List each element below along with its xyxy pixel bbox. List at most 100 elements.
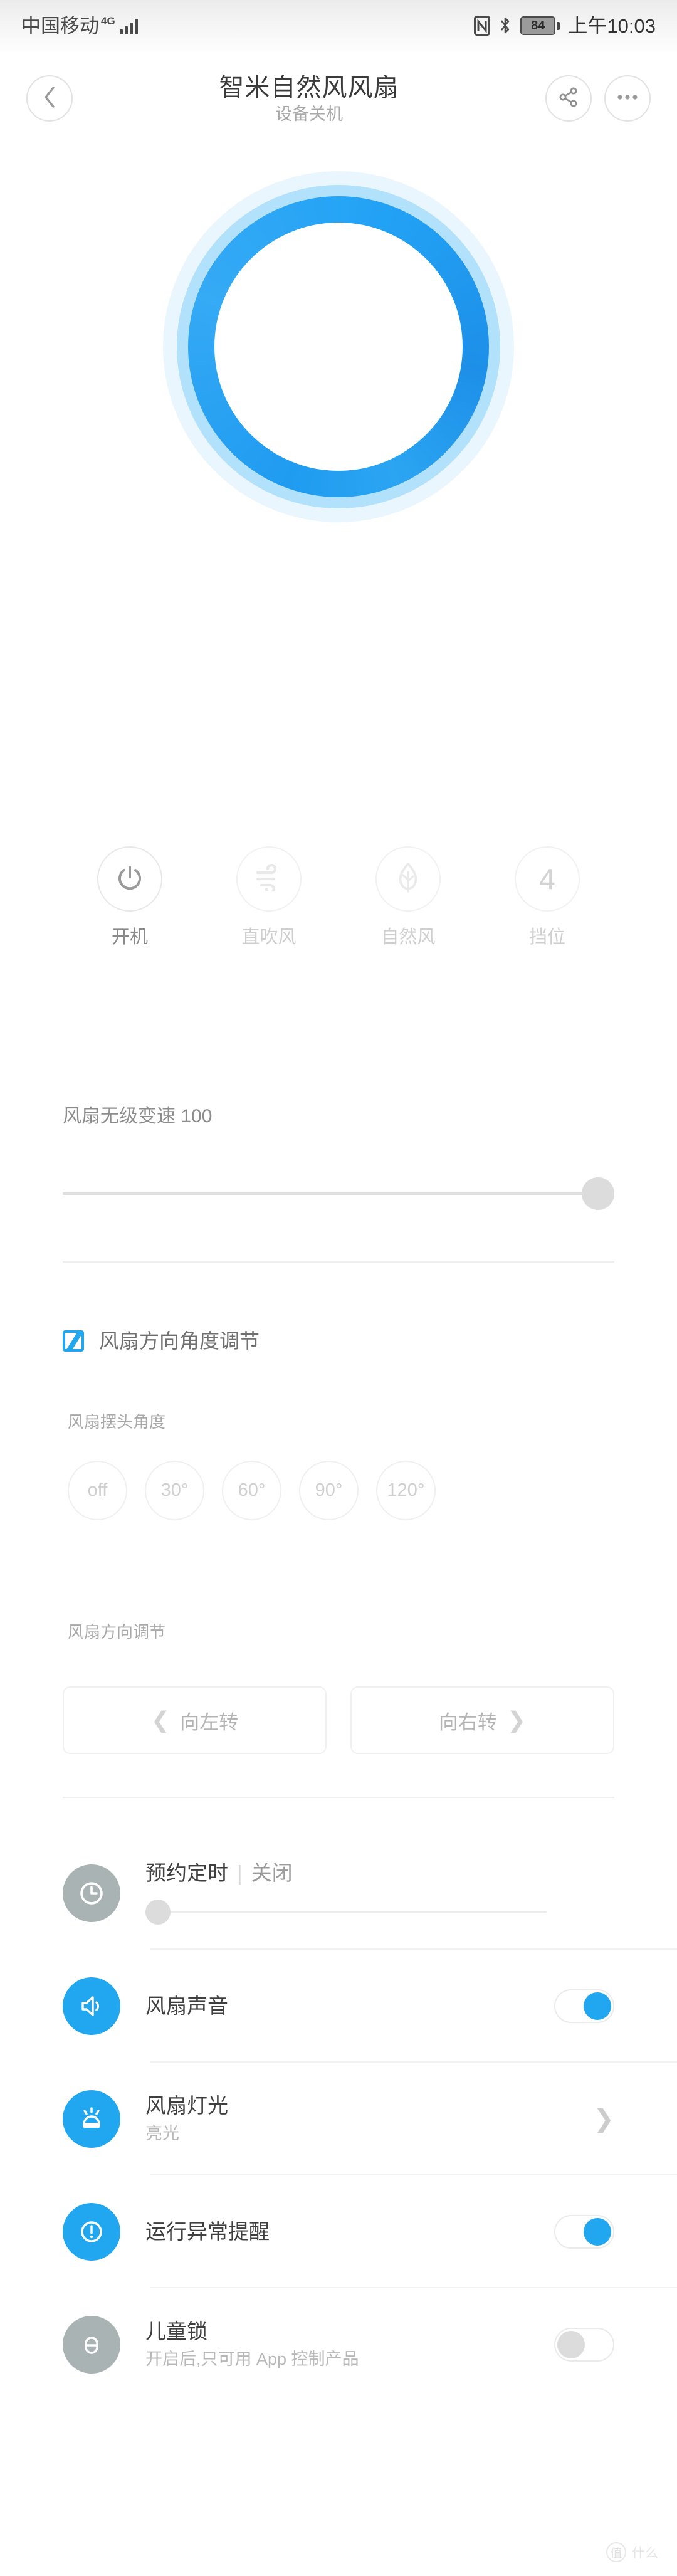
device-status: 设备关机 (275, 105, 343, 124)
timer-slider[interactable] (145, 1900, 547, 1925)
power-icon (115, 863, 144, 895)
header-actions (545, 75, 651, 122)
fan-light-body: 风扇灯光 亮光 (145, 2094, 593, 2143)
list-item-fan-sound[interactable]: 风扇声音 (0, 1950, 677, 2063)
app-screen: 中国移动 4G 84 上午10:03 智米自然风风扇 设备关机 开机 直吹风 自… (0, 0, 677, 2576)
list-item-title: 运行异常提醒 (145, 2219, 270, 2243)
speaker-icon (63, 1977, 120, 2035)
watermark: 值 什么 (606, 2542, 658, 2562)
list-item-abnormal-alert[interactable]: 运行异常提醒 (0, 2175, 677, 2288)
fan-sound-body: 风扇声音 (145, 1994, 554, 2017)
bluetooth-icon (498, 16, 512, 36)
mode-label: 自然风 (380, 927, 436, 947)
chevron-right-icon[interactable]: ❯ (593, 2105, 614, 2133)
toggle-knob (584, 1992, 611, 2020)
mode-label: 直吹风 (241, 927, 297, 947)
chevron-left-icon: ❮ (150, 1707, 171, 1733)
wind-icon (254, 863, 284, 895)
back-button[interactable] (26, 75, 73, 122)
list-item-child-lock[interactable]: 儿童锁 开启后,只可用 App 控制产品 (0, 2288, 677, 2401)
share-button[interactable] (545, 75, 592, 122)
alert-icon (63, 2203, 120, 2261)
share-icon (558, 87, 579, 111)
divider (63, 1797, 614, 1798)
angle-option-30[interactable]: 30° (145, 1461, 204, 1520)
watermark-badge: 值 (606, 2542, 626, 2562)
more-button[interactable] (604, 75, 651, 122)
turn-left-button[interactable]: ❮ 向左转 (63, 1686, 327, 1754)
swing-angle-label: 风扇摆头角度 (68, 1412, 166, 1431)
header-title-block: 智米自然风风扇 设备关机 (73, 74, 545, 124)
carrier-name: 中国移动 (21, 14, 99, 37)
direction-section-header: 风扇方向角度调节 (63, 1330, 260, 1352)
turn-right-label: 向右转 (438, 1711, 497, 1733)
clock-icon (63, 1864, 120, 1922)
light-icon (63, 2090, 120, 2148)
mode-buttons: 开机 直吹风 自然风 4 挡位 (0, 846, 677, 947)
watermark-text: 什么 (632, 2546, 658, 2560)
direction-buttons: ❮ 向左转 向右转 ❯ (63, 1686, 614, 1754)
toggle-knob (557, 2331, 585, 2358)
direction-section-title: 风扇方向角度调节 (99, 1330, 260, 1352)
mode-label: 开机 (111, 927, 148, 947)
speed-label: 风扇无级变速 100 (63, 1106, 213, 1127)
angle-option-90[interactable]: 90° (299, 1461, 359, 1520)
fan-sound-toggle[interactable] (554, 1989, 614, 2023)
list-item-title: 儿童锁 (145, 2320, 207, 2343)
battery-icon: 84 (520, 16, 560, 35)
list-item-timer[interactable]: 预约定时 | 关闭 (0, 1837, 677, 1950)
direction-adjust-label: 风扇方向调节 (68, 1622, 166, 1641)
turn-right-button[interactable]: 向右转 ❯ (350, 1686, 614, 1754)
list-item-subtitle: 亮光 (145, 2124, 179, 2143)
leaf-icon (394, 861, 422, 896)
child-lock-body: 儿童锁 开启后,只可用 App 控制产品 (145, 2320, 554, 2369)
angle-adjust-icon (63, 1330, 84, 1352)
chevron-right-icon: ❯ (506, 1707, 527, 1733)
settings-list: 预约定时 | 关闭 风扇声音 风扇灯光 亮光 ❯ 运行异常提醒 儿童锁 开启后,… (0, 1837, 677, 2401)
toggle-knob (584, 2218, 611, 2246)
title-separator: | (237, 1861, 243, 1885)
speed-slider-track (63, 1192, 614, 1195)
timer-body: 预约定时 | 关闭 (145, 1861, 614, 1925)
page-title: 智米自然风风扇 (219, 73, 399, 102)
timer-title-line: 预约定时 | 关闭 (145, 1861, 614, 1885)
power-button-circle (97, 846, 162, 912)
mode-direct-wind[interactable]: 直吹风 (231, 846, 307, 947)
abnormal-alert-body: 运行异常提醒 (145, 2219, 554, 2243)
list-item-fan-light[interactable]: 风扇灯光 亮光 ❯ (0, 2063, 677, 2175)
level-button-circle: 4 (515, 846, 580, 912)
mode-power[interactable]: 开机 (92, 846, 167, 947)
signal-strength-icon (119, 18, 138, 34)
fan-ring-visual (0, 155, 677, 538)
list-item-title: 风扇灯光 (145, 2094, 228, 2117)
timer-slider-thumb[interactable] (145, 1900, 171, 1925)
speed-slider-thumb[interactable] (582, 1177, 614, 1210)
child-lock-toggle[interactable] (554, 2328, 614, 2362)
timer-value: 关闭 (251, 1861, 293, 1885)
turn-left-label: 向左转 (180, 1711, 239, 1733)
timer-slider-track (145, 1911, 547, 1914)
network-type: 4G (101, 14, 115, 27)
mode-level[interactable]: 4 挡位 (510, 846, 585, 947)
chevron-left-icon (41, 85, 58, 112)
abnormal-alert-toggle[interactable] (554, 2215, 614, 2249)
status-bar-left: 中国移动 4G (21, 14, 138, 37)
angle-option-120[interactable]: 120° (376, 1461, 436, 1520)
angle-option-60[interactable]: 60° (222, 1461, 281, 1520)
speed-slider[interactable] (63, 1177, 614, 1210)
ring-main (188, 196, 489, 497)
level-number: 4 (539, 863, 555, 895)
clock: 上午10:03 (568, 14, 656, 37)
status-bar-right: 84 上午10:03 (474, 16, 656, 36)
more-icon (617, 93, 638, 104)
divider (63, 1261, 614, 1263)
list-item-title: 风扇声音 (145, 1994, 228, 2017)
swing-angle-options: off 30° 60° 90° 120° (68, 1461, 619, 1520)
app-header: 智米自然风风扇 设备关机 (0, 51, 677, 145)
natural-wind-button-circle (375, 846, 441, 912)
battery-level: 84 (522, 18, 555, 34)
list-item-subtitle: 开启后,只可用 App 控制产品 (145, 2350, 359, 2369)
lock-icon (63, 2316, 120, 2374)
mode-natural-wind[interactable]: 自然风 (370, 846, 446, 947)
angle-option-off[interactable]: off (68, 1461, 127, 1520)
